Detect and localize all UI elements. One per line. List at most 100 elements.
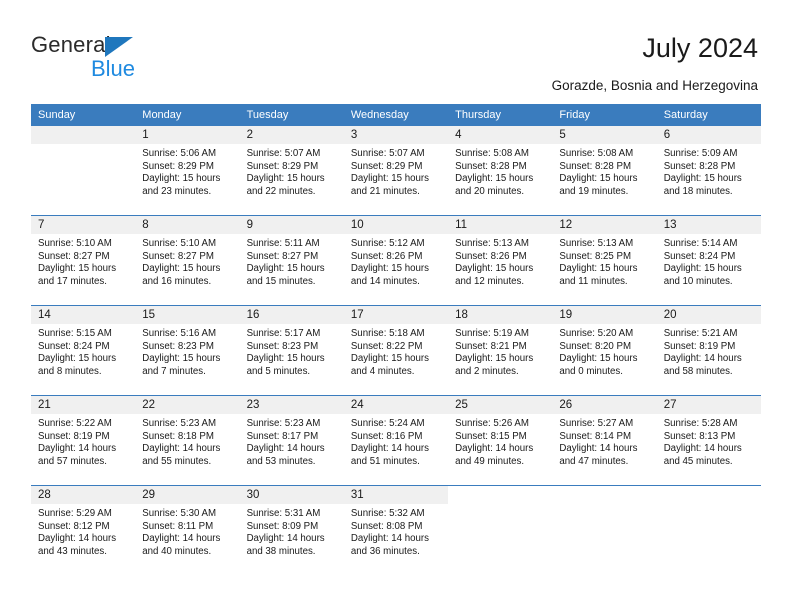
day-cell[interactable]: 1 Sunrise: 5:06 AM Sunset: 8:29 PM Dayli…: [135, 126, 240, 216]
day-cell[interactable]: 16 Sunrise: 5:17 AM Sunset: 8:23 PM Dayl…: [239, 305, 344, 396]
sunrise-text: Sunrise: 5:22 AM: [38, 418, 112, 429]
day-details: Sunrise: 5:29 AM Sunset: 8:12 PM Dayligh…: [31, 504, 135, 558]
day-cell[interactable]: [656, 485, 761, 575]
day-cell[interactable]: 26 Sunrise: 5:27 AM Sunset: 8:14 PM Dayl…: [552, 395, 657, 486]
sunset-text: Sunset: 8:08 PM: [350, 520, 423, 532]
day-cell[interactable]: 30 Sunrise: 5:31 AM Sunset: 8:09 PM Dayl…: [239, 485, 344, 575]
sunset-text: Sunset: 8:25 PM: [559, 250, 632, 262]
day-details: Sunrise: 5:16 AM Sunset: 8:23 PM Dayligh…: [135, 324, 239, 378]
daylight-text: Daylight: 15 hours and 4 minutes.: [350, 353, 429, 377]
day-cell[interactable]: [552, 485, 657, 575]
sunrise-text: Sunrise: 5:16 AM: [142, 328, 217, 339]
sunrise-text: Sunrise: 5:28 AM: [663, 418, 738, 429]
day-details: Sunrise: 5:07 AM Sunset: 8:29 PM Dayligh…: [240, 144, 344, 198]
day-number: 12: [552, 216, 657, 234]
day-details: Sunrise: 5:31 AM Sunset: 8:09 PM Dayligh…: [240, 504, 344, 558]
day-cell[interactable]: 23 Sunrise: 5:23 AM Sunset: 8:17 PM Dayl…: [239, 395, 344, 486]
day-cell[interactable]: 22 Sunrise: 5:23 AM Sunset: 8:18 PM Dayl…: [135, 395, 240, 486]
day-cell[interactable]: 2 Sunrise: 5:07 AM Sunset: 8:29 PM Dayli…: [239, 126, 344, 216]
generalblue-logo[interactable]: General Blue: [31, 32, 231, 82]
day-cell[interactable]: 29 Sunrise: 5:30 AM Sunset: 8:11 PM Dayl…: [135, 485, 240, 575]
day-cell[interactable]: 27 Sunrise: 5:28 AM Sunset: 8:13 PM Dayl…: [656, 395, 761, 486]
day-cell[interactable]: 6 Sunrise: 5:09 AM Sunset: 8:28 PM Dayli…: [656, 126, 761, 216]
sunrise-text: Sunrise: 5:31 AM: [246, 508, 321, 519]
day-details: Sunrise: 5:27 AM Sunset: 8:14 PM Dayligh…: [552, 414, 656, 468]
sunrise-text: Sunrise: 5:12 AM: [350, 238, 425, 249]
day-details: [552, 504, 656, 508]
day-number: 20: [656, 306, 761, 324]
day-number: 5: [552, 126, 657, 144]
day-cell[interactable]: 4 Sunrise: 5:08 AM Sunset: 8:28 PM Dayli…: [448, 126, 553, 216]
day-details: Sunrise: 5:23 AM Sunset: 8:18 PM Dayligh…: [135, 414, 239, 468]
day-cell[interactable]: 18 Sunrise: 5:19 AM Sunset: 8:21 PM Dayl…: [448, 305, 553, 396]
day-cell[interactable]: 21 Sunrise: 5:22 AM Sunset: 8:19 PM Dayl…: [31, 395, 136, 486]
daylight-text: Daylight: 15 hours and 7 minutes.: [142, 353, 221, 377]
day-cell[interactable]: 7 Sunrise: 5:10 AM Sunset: 8:27 PM Dayli…: [31, 215, 136, 306]
day-cell[interactable]: 19 Sunrise: 5:20 AM Sunset: 8:20 PM Dayl…: [552, 305, 657, 396]
daylight-text: Daylight: 14 hours and 40 minutes.: [142, 533, 221, 557]
sunrise-text: Sunrise: 5:19 AM: [455, 328, 529, 339]
sunrise-text: Sunrise: 5:08 AM: [455, 148, 529, 159]
sunrise-text: Sunrise: 5:21 AM: [663, 328, 738, 339]
sunrise-text: Sunrise: 5:27 AM: [559, 418, 634, 429]
sunset-text: Sunset: 8:28 PM: [663, 160, 736, 172]
sunset-text: Sunset: 8:18 PM: [142, 430, 214, 442]
day-cell[interactable]: 25 Sunrise: 5:26 AM Sunset: 8:15 PM Dayl…: [448, 395, 553, 486]
sunrise-text: Sunrise: 5:07 AM: [246, 148, 321, 159]
day-cell[interactable]: 20 Sunrise: 5:21 AM Sunset: 8:19 PM Dayl…: [656, 305, 761, 396]
day-cell[interactable]: 31 Sunrise: 5:32 AM Sunset: 8:08 PM Dayl…: [343, 485, 449, 575]
daylight-text: Daylight: 15 hours and 17 minutes.: [38, 263, 117, 287]
daylight-text: Daylight: 15 hours and 20 minutes.: [455, 173, 534, 197]
day-cell[interactable]: 3 Sunrise: 5:07 AM Sunset: 8:29 PM Dayli…: [343, 126, 449, 216]
day-cell[interactable]: 10 Sunrise: 5:12 AM Sunset: 8:26 PM Dayl…: [343, 215, 449, 306]
day-number: 13: [656, 216, 761, 234]
day-cell[interactable]: 8 Sunrise: 5:10 AM Sunset: 8:27 PM Dayli…: [135, 215, 240, 306]
sunset-text: Sunset: 8:28 PM: [559, 160, 632, 172]
sunset-text: Sunset: 8:23 PM: [246, 340, 319, 352]
day-cell[interactable]: 15 Sunrise: 5:16 AM Sunset: 8:23 PM Dayl…: [135, 305, 240, 396]
sunset-text: Sunset: 8:27 PM: [246, 250, 319, 262]
day-details: Sunrise: 5:09 AM Sunset: 8:28 PM Dayligh…: [657, 144, 761, 198]
day-details: Sunrise: 5:07 AM Sunset: 8:29 PM Dayligh…: [344, 144, 448, 198]
week-row: 7 Sunrise: 5:10 AM Sunset: 8:27 PM Dayli…: [31, 215, 761, 306]
sunset-text: Sunset: 8:19 PM: [38, 430, 110, 442]
daylight-text: Daylight: 14 hours and 49 minutes.: [455, 443, 534, 467]
weekday-header-monday: Monday: [135, 104, 240, 126]
daylight-text: Daylight: 15 hours and 14 minutes.: [350, 263, 429, 287]
sunrise-text: Sunrise: 5:13 AM: [559, 238, 634, 249]
daylight-text: Daylight: 15 hours and 10 minutes.: [663, 263, 742, 287]
day-cell[interactable]: 12 Sunrise: 5:13 AM Sunset: 8:25 PM Dayl…: [552, 215, 657, 306]
day-number: 2: [239, 126, 344, 144]
daylight-text: Daylight: 15 hours and 11 minutes.: [559, 263, 638, 287]
day-cell[interactable]: [31, 126, 136, 216]
day-cell[interactable]: 14 Sunrise: 5:15 AM Sunset: 8:24 PM Dayl…: [31, 305, 136, 396]
weekday-header-thursday: Thursday: [448, 104, 553, 126]
sunrise-text: Sunrise: 5:11 AM: [246, 238, 320, 249]
day-details: [31, 144, 135, 148]
day-number: 27: [656, 396, 761, 414]
logo-text-blue: Blue: [91, 56, 136, 81]
day-cell[interactable]: 28 Sunrise: 5:29 AM Sunset: 8:12 PM Dayl…: [31, 485, 136, 575]
day-cell[interactable]: 13 Sunrise: 5:14 AM Sunset: 8:24 PM Dayl…: [656, 215, 761, 306]
daylight-text: Daylight: 14 hours and 57 minutes.: [38, 443, 117, 467]
day-number: 7: [31, 216, 136, 234]
day-cell[interactable]: [448, 485, 553, 575]
sunrise-text: Sunrise: 5:20 AM: [559, 328, 634, 339]
daylight-text: Daylight: 15 hours and 22 minutes.: [246, 173, 325, 197]
sunset-text: Sunset: 8:24 PM: [663, 250, 736, 262]
day-cell[interactable]: 5 Sunrise: 5:08 AM Sunset: 8:28 PM Dayli…: [552, 126, 657, 216]
weekday-header-friday: Friday: [552, 104, 657, 126]
week-row: 1 Sunrise: 5:06 AM Sunset: 8:29 PM Dayli…: [31, 126, 761, 216]
sunset-text: Sunset: 8:27 PM: [38, 250, 110, 262]
day-number: 19: [552, 306, 657, 324]
day-cell[interactable]: 17 Sunrise: 5:18 AM Sunset: 8:22 PM Dayl…: [343, 305, 449, 396]
day-details: Sunrise: 5:10 AM Sunset: 8:27 PM Dayligh…: [31, 234, 135, 288]
daylight-text: Daylight: 14 hours and 58 minutes.: [663, 353, 742, 377]
day-number: 23: [239, 396, 344, 414]
day-details: Sunrise: 5:32 AM Sunset: 8:08 PM Dayligh…: [344, 504, 448, 558]
day-cell[interactable]: 24 Sunrise: 5:24 AM Sunset: 8:16 PM Dayl…: [343, 395, 449, 486]
day-cell[interactable]: 9 Sunrise: 5:11 AM Sunset: 8:27 PM Dayli…: [239, 215, 344, 306]
weekday-header-row: Sunday Monday Tuesday Wednesday Thursday…: [31, 104, 761, 126]
day-cell[interactable]: 11 Sunrise: 5:13 AM Sunset: 8:26 PM Dayl…: [448, 215, 553, 306]
day-details: Sunrise: 5:24 AM Sunset: 8:16 PM Dayligh…: [344, 414, 448, 468]
